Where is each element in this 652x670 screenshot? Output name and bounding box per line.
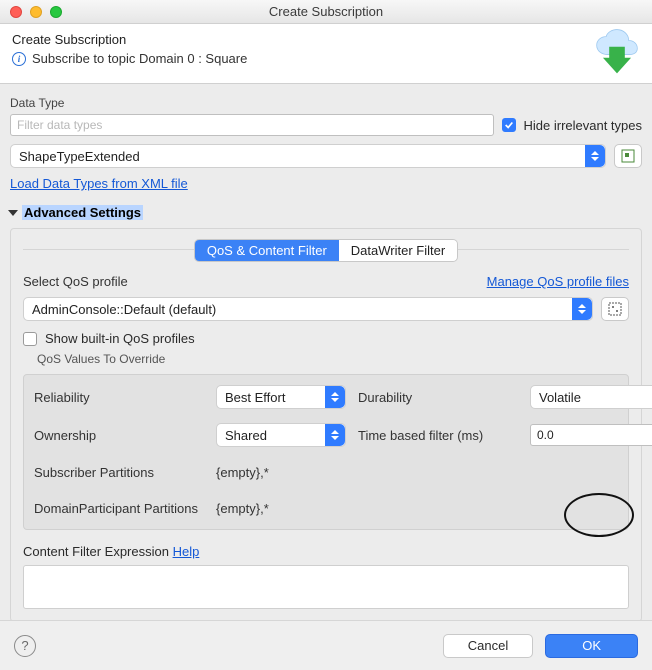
data-type-detail-button[interactable] <box>614 144 642 168</box>
subscriber-partitions-value: {empty},* <box>216 465 346 480</box>
tab-datawriter-filter[interactable]: DataWriter Filter <box>339 240 457 261</box>
tab-bar: QoS & Content Filter DataWriter Filter <box>23 239 629 262</box>
hide-irrelevant-label: Hide irrelevant types <box>524 118 643 133</box>
time-filter-label: Time based filter (ms) <box>358 428 518 443</box>
select-stepper-icon <box>572 298 592 320</box>
disclosure-triangle-icon <box>8 210 18 216</box>
load-xml-link[interactable]: Load Data Types from XML file <box>10 176 188 191</box>
tab-qos-content-filter[interactable]: QoS & Content Filter <box>195 240 339 261</box>
data-type-selected: ShapeTypeExtended <box>19 149 140 164</box>
subscriber-partitions-label: Subscriber Partitions <box>34 465 204 480</box>
select-stepper-icon <box>325 424 345 446</box>
dialog-subtitle: Subscribe to topic Domain 0 : Square <box>32 51 247 66</box>
qos-profile-select[interactable]: AdminConsole::Default (default) <box>23 297 593 321</box>
select-qos-label: Select QoS profile <box>23 274 128 289</box>
durability-label: Durability <box>358 390 518 405</box>
ownership-label: Ownership <box>34 428 204 443</box>
help-button[interactable]: ? <box>14 635 36 657</box>
advanced-settings-toggle[interactable]: Advanced Settings <box>10 205 642 220</box>
durability-value: Volatile <box>539 390 581 405</box>
durability-select[interactable]: Volatile <box>530 385 652 409</box>
ownership-value: Shared <box>225 428 267 443</box>
data-type-section-label: Data Type <box>10 96 642 110</box>
qos-profile-detail-button[interactable] <box>601 297 629 321</box>
select-stepper-icon <box>585 145 605 167</box>
ok-button[interactable]: OK <box>545 634 638 658</box>
cancel-button[interactable]: Cancel <box>443 634 533 658</box>
info-icon: i <box>12 52 26 66</box>
check-icon <box>504 120 514 130</box>
dialog-footer: ? Cancel OK <box>0 620 652 670</box>
qos-override-panel: Reliability Best Effort Durability Volat… <box>23 374 629 530</box>
dp-partitions-label: DomainParticipant Partitions <box>34 501 204 516</box>
qos-profile-selected: AdminConsole::Default (default) <box>32 302 216 317</box>
hide-irrelevant-checkbox[interactable] <box>502 118 516 132</box>
reliability-select[interactable]: Best Effort <box>216 385 346 409</box>
manage-qos-link[interactable]: Manage QoS profile files <box>487 274 629 289</box>
override-label: QoS Values To Override <box>37 352 629 366</box>
show-builtin-label: Show built-in QoS profiles <box>45 331 195 346</box>
content-filter-help-link[interactable]: Help <box>173 544 200 559</box>
content-filter-label: Content Filter Expression <box>23 544 169 559</box>
show-builtin-checkbox[interactable] <box>23 332 37 346</box>
reliability-value: Best Effort <box>225 390 285 405</box>
dp-partitions-value: {empty},* <box>216 501 346 516</box>
window-title: Create Subscription <box>0 4 652 19</box>
ownership-select[interactable]: Shared <box>216 423 346 447</box>
titlebar: Create Subscription <box>0 0 652 24</box>
cloud-download-icon <box>592 28 642 78</box>
reliability-label: Reliability <box>34 390 204 405</box>
type-detail-icon <box>621 149 635 163</box>
advanced-panel: QoS & Content Filter DataWriter Filter S… <box>10 228 642 622</box>
select-stepper-icon <box>325 386 345 408</box>
advanced-settings-label: Advanced Settings <box>22 205 143 220</box>
data-type-select[interactable]: ShapeTypeExtended <box>10 144 606 168</box>
content-filter-expression-input[interactable] <box>23 565 629 609</box>
time-filter-input[interactable] <box>530 424 652 446</box>
dialog-title: Create Subscription <box>12 32 640 47</box>
dialog-header: Create Subscription i Subscribe to topic… <box>0 24 652 84</box>
filter-data-types-input[interactable] <box>10 114 494 136</box>
detail-icon <box>608 302 622 316</box>
